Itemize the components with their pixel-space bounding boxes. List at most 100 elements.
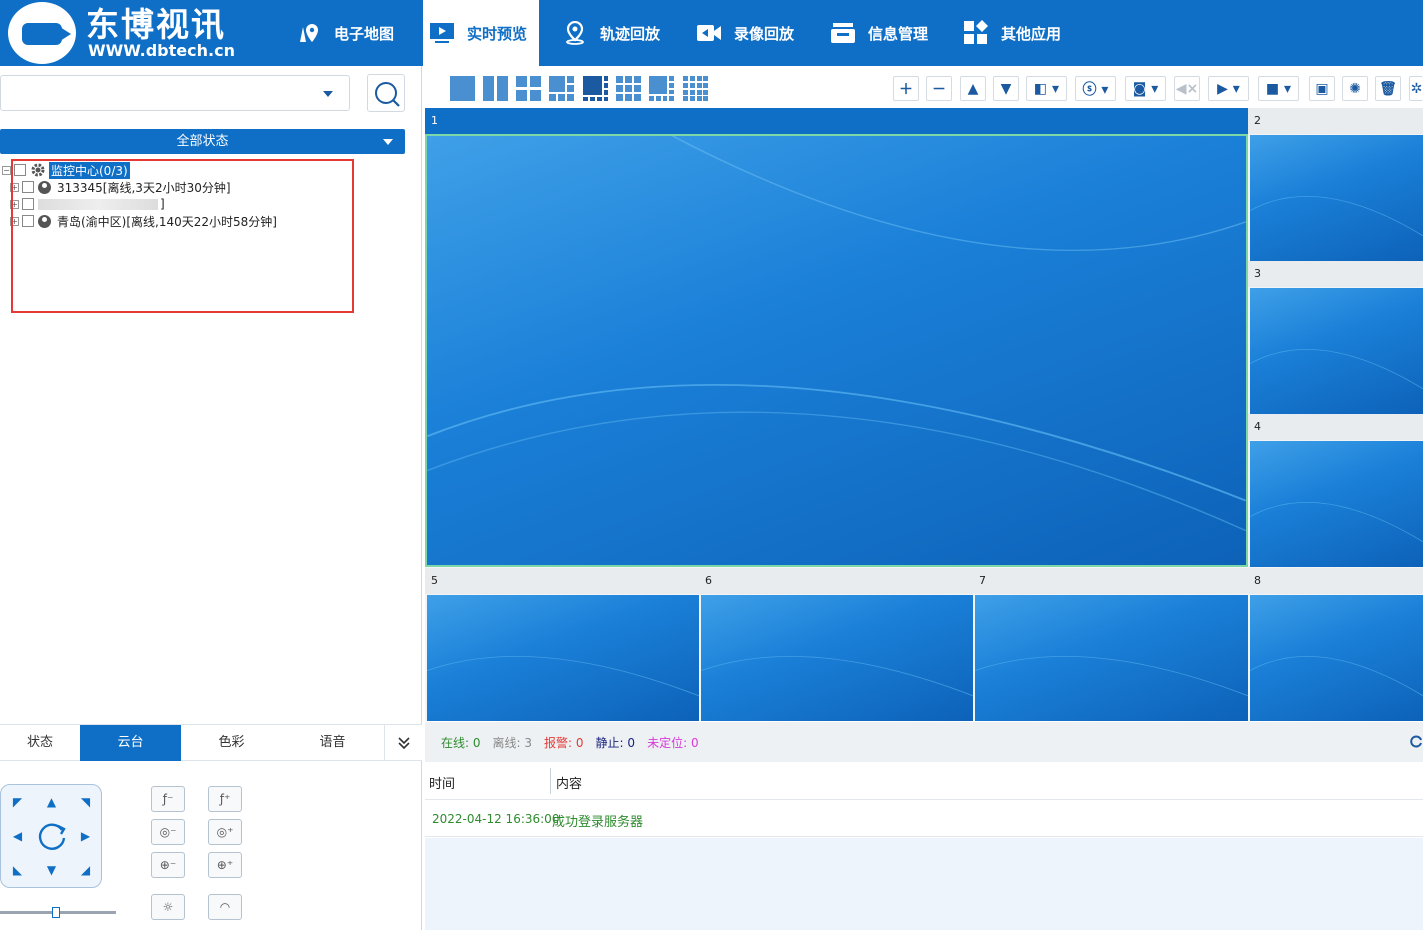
ptz-down-button[interactable]: ▼ [35,853,68,886]
focus-far-button[interactable]: ◎⁺ [208,819,242,845]
move-down-button[interactable]: ▼ [993,76,1019,101]
layout-2x2-icon[interactable] [516,76,541,101]
zoom-in-button[interactable]: ƒ⁺ [208,786,242,812]
layout-1plus7-icon[interactable] [583,76,608,101]
more-tabs-button[interactable] [384,725,422,761]
ptz-speed-handle[interactable] [51,907,60,918]
nav-live-preview[interactable]: 实时预览 [423,0,539,66]
zoom-minus-icon: ƒ⁻ [162,792,174,806]
nav-label: 实时预览 [467,24,528,43]
video-rewind-icon [696,20,722,46]
tab-ptz[interactable]: 云台 [80,725,181,761]
video-cell[interactable]: 1 [425,108,1248,567]
video-cell-number: 1 [425,108,1248,134]
play-icon: ▶ ▾ [1217,80,1240,97]
video-placeholder [1250,135,1423,261]
layout-4x4-icon[interactable] [683,76,708,101]
video-cell[interactable]: 4 [1248,414,1423,567]
app-root: 东博视讯 WWW.dbtech.cn 电子地图 实时预览 轨迹回放 录像回放 信… [0,0,1423,930]
nav-track-playback[interactable]: 轨迹回放 [562,0,672,66]
mute-button[interactable]: ◀× [1174,76,1200,101]
video-cell[interactable]: 8 [1248,568,1423,721]
trash-icon: 🗑 [1379,80,1397,97]
layout-1plus8-icon[interactable] [649,76,674,101]
snapshot-button[interactable]: ◙ ▾ [1125,76,1166,101]
alarm-count: 报警: 0 [544,735,584,750]
video-cell-number: 7 [973,568,1248,594]
chevron-down-icon [383,139,393,145]
column-divider[interactable] [550,768,551,794]
ptz-right-button[interactable]: ▶ [69,819,102,852]
zoom-plus-icon: ƒ⁺ [219,792,231,806]
save-button[interactable]: ▣ [1309,76,1335,101]
status-filter-label: 全部状态 [176,134,229,149]
play-all-button[interactable]: ▶ ▾ [1208,76,1249,101]
window-icon: ◧ ▾ [1033,80,1060,97]
offline-count: 离线: 3 [492,735,533,750]
tab-color[interactable]: 色彩 [181,725,282,761]
refresh-icon [38,823,66,850]
video-cell[interactable]: 6 [699,568,973,721]
layout-3x3-icon[interactable] [616,76,641,101]
layout-1plus5-icon[interactable] [549,76,574,101]
video-cell[interactable]: 3 [1248,261,1423,414]
spinner-icon: ✺ [1349,80,1361,97]
nav-info-management[interactable]: 信息管理 [830,0,940,66]
light-bulb-icon: ☼ [162,900,174,914]
device-select[interactable] [0,75,350,111]
brand-url: WWW.dbtech.cn [88,41,235,60]
status-filter-dropdown[interactable]: 全部状态 [0,129,405,154]
focus-plus-icon: ◎⁺ [216,825,234,839]
zoom-out-button[interactable]: ƒ⁻ [151,786,185,812]
ptz-down-left-button[interactable]: ◣ [1,853,34,886]
ptz-down-right-button[interactable]: ◢ [69,853,102,886]
light-button[interactable]: ☼ [151,894,185,920]
static-count: 静止: 0 [595,735,636,750]
video-cell[interactable]: 7 [973,568,1248,721]
stop-icon: ■ ▾ [1265,80,1292,97]
nav-video-playback[interactable]: 录像回放 [696,0,806,66]
refresh-icon[interactable] [1409,734,1423,748]
video-placeholder [425,134,1248,567]
stream-switch-button[interactable]: ⓢ ▾ [1075,76,1116,101]
nav-map[interactable]: 电子地图 [296,0,406,66]
wiper-button[interactable]: ◠ [208,894,242,920]
settings-button[interactable]: ✲ [1409,76,1423,101]
tab-voice[interactable]: 语音 [282,725,383,761]
layout-1x1-icon[interactable] [450,76,475,101]
ptz-left-button[interactable]: ◀ [1,819,34,852]
tab-status[interactable]: 状态 [0,725,80,761]
move-up-button[interactable]: ▲ [960,76,986,101]
video-placeholder [1250,595,1423,721]
speaker-mute-icon: ◀× [1175,80,1199,97]
log-time: 2022-04-12 16:36:00 [432,812,560,826]
online-count: 在线: 0 [441,735,481,750]
add-button[interactable]: ＋ [893,76,919,101]
iris-close-button[interactable]: ⊕⁻ [151,852,185,878]
video-cell[interactable]: 2 [1248,108,1423,261]
info-box-icon [830,20,856,46]
delete-button[interactable]: 🗑 [1375,76,1401,101]
loading-button[interactable]: ✺ [1342,76,1368,101]
brand-name: 东博视讯 [86,5,226,44]
stop-all-button[interactable]: ■ ▾ [1258,76,1299,101]
log-content: 成功登录服务器 [552,815,644,830]
layout-1x2-icon[interactable] [483,76,508,101]
window-mode-button[interactable]: ◧ ▾ [1026,76,1067,101]
video-cell[interactable]: 5 [425,568,699,721]
ptz-auto-button[interactable] [34,818,70,854]
iris-minus-icon: ⊕⁻ [159,858,177,872]
focus-near-button[interactable]: ◎⁻ [151,819,185,845]
log-row[interactable]: 2022-04-12 16:36:00 成功登录服务器 [425,801,1423,837]
triangle-up-icon: ▲ [967,80,979,97]
ptz-up-left-button[interactable]: ◤ [1,785,34,818]
nav-other-apps[interactable]: 其他应用 [963,0,1075,66]
map-pin-icon [296,20,322,46]
search-button[interactable] [367,74,405,112]
ptz-up-button[interactable]: ▲ [35,785,68,818]
remove-button[interactable]: － [926,76,952,101]
ptz-up-right-button[interactable]: ◥ [69,785,102,818]
iris-open-button[interactable]: ⊕⁺ [208,852,242,878]
collapse-icon[interactable]: − [2,165,11,175]
nav-label: 录像回放 [734,24,795,43]
